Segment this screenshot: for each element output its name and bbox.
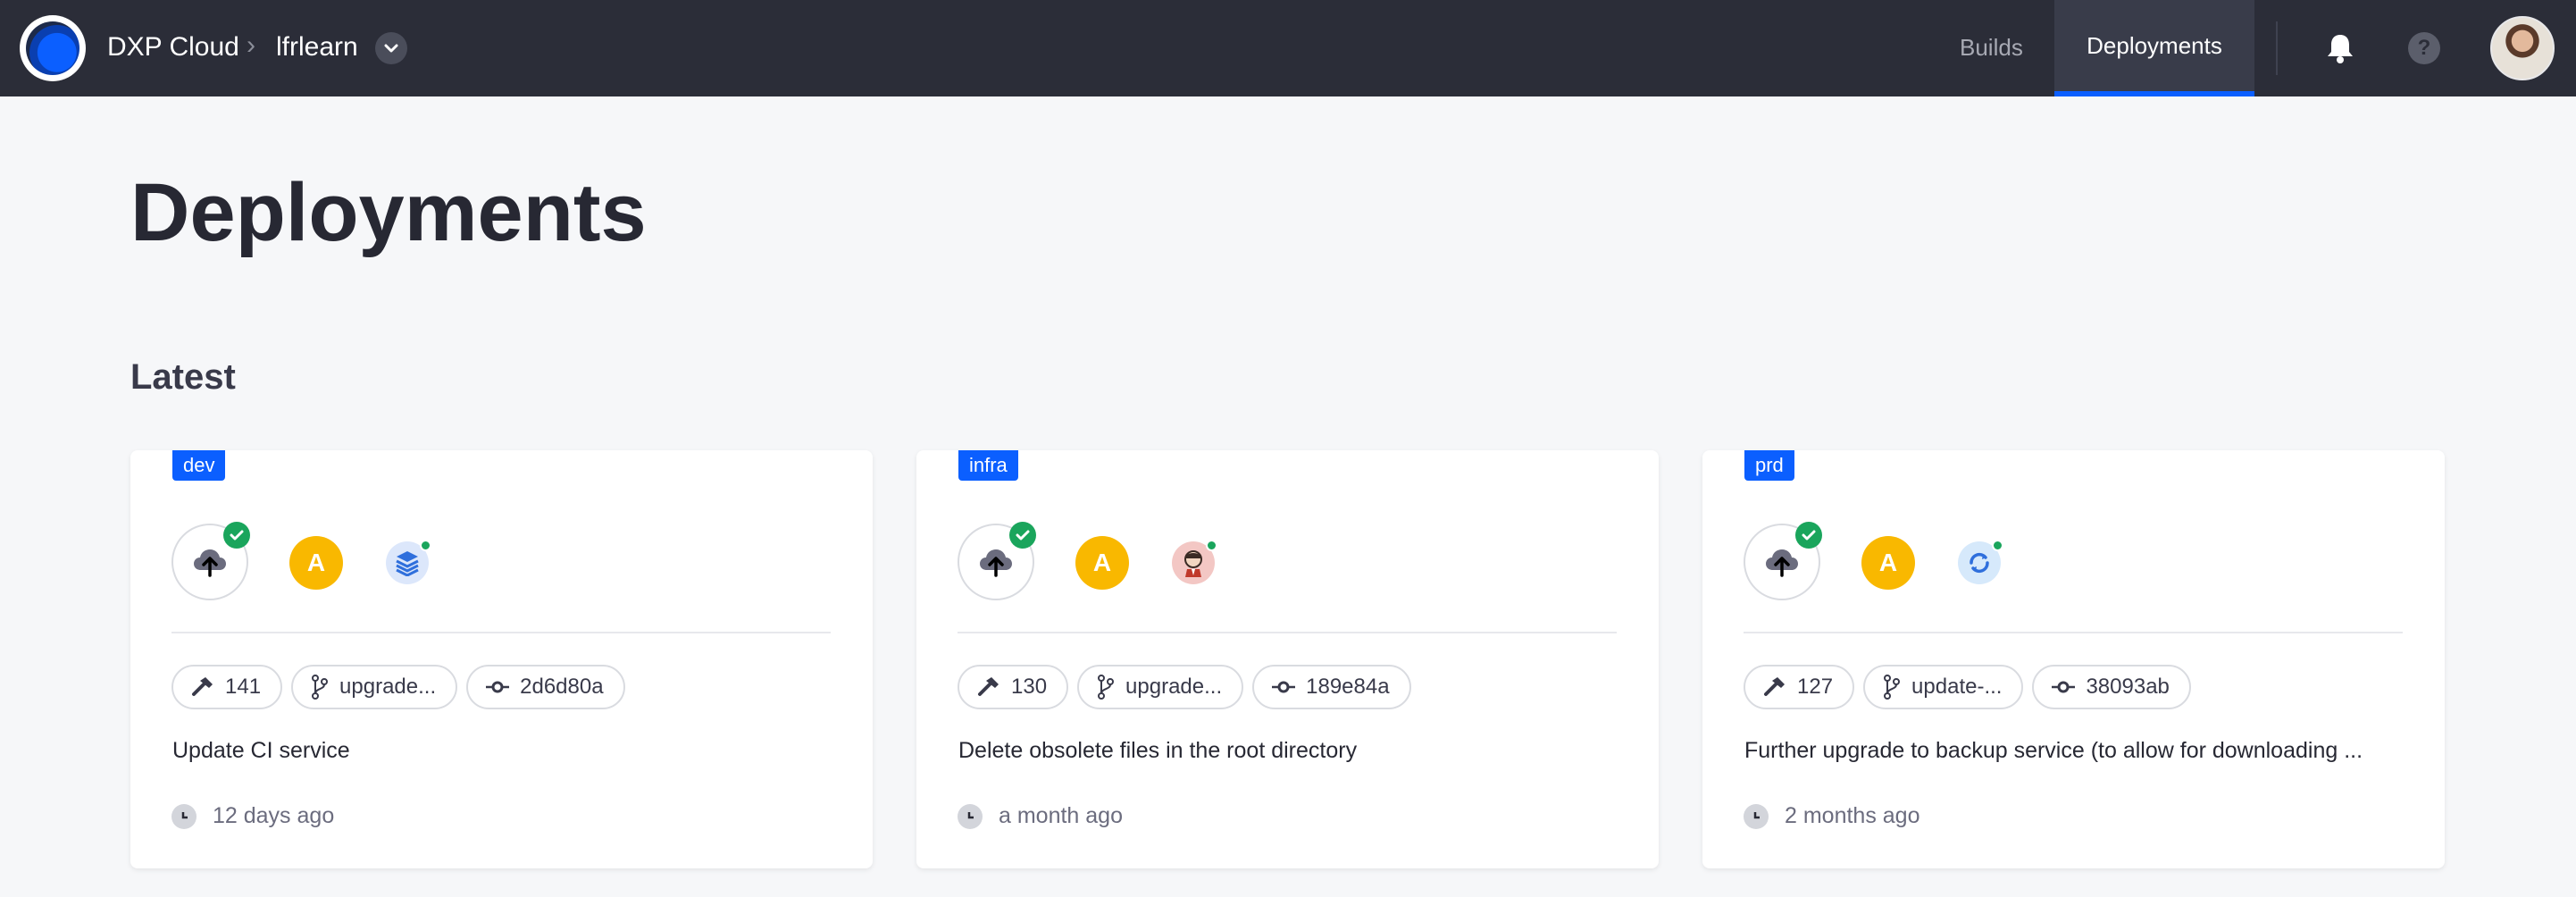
deployment-card[interactable]: prd A 127 update-... 38093ab Further upg… [1702, 450, 2445, 868]
hammer-icon [192, 677, 213, 696]
service-status-dot [420, 540, 431, 551]
card-divider [171, 632, 831, 633]
project-name[interactable]: lfrlearn [276, 32, 358, 63]
clock-icon [1744, 803, 1769, 829]
help-icon: ? [2417, 36, 2431, 60]
build-number-chip[interactable]: 127 [1744, 665, 1855, 709]
hammer-icon [978, 677, 999, 696]
bell-icon[interactable] [2322, 30, 2358, 66]
build-number-chip[interactable]: 130 [958, 665, 1069, 709]
build-number: 127 [1797, 675, 1834, 699]
author-initial: A [1092, 549, 1112, 576]
commit-hash: 38093ab [2086, 675, 2170, 699]
branch-name: upgrade... [339, 675, 437, 699]
branch-chip[interactable]: upgrade... [1077, 665, 1244, 709]
author-initial: A [1878, 549, 1898, 576]
breadcrumb-separator: › [247, 30, 255, 60]
check-circle-icon [223, 522, 250, 549]
commit-hash: 2d6d80a [520, 675, 604, 699]
deployment-meta-chips: 141 upgrade... 2d6d80a [171, 665, 625, 709]
branch-chip[interactable]: update-... [1863, 665, 2024, 709]
service-status-dot [1992, 540, 2003, 551]
clock-icon [171, 803, 197, 829]
hammer-icon [1764, 677, 1785, 696]
chevron-down-icon [384, 44, 398, 53]
branch-name: update-... [1911, 675, 2003, 699]
git-commit-icon [1272, 681, 1296, 693]
page-title: Deployments [130, 167, 647, 258]
check-circle-icon [1009, 522, 1036, 549]
nav-tab-deployments-label: Deployments [2087, 31, 2222, 59]
nav-divider [2276, 21, 2278, 75]
author-avatar[interactable]: A [1075, 536, 1129, 590]
build-number-chip[interactable]: 141 [171, 665, 283, 709]
commit-chip[interactable]: 2d6d80a [466, 665, 625, 709]
help-button[interactable]: ? [2408, 32, 2440, 64]
commit-message: Update CI service [172, 738, 350, 763]
build-number: 141 [225, 675, 262, 699]
deployment-time: a month ago [958, 803, 1123, 829]
branch-chip[interactable]: upgrade... [291, 665, 458, 709]
time-ago: a month ago [999, 803, 1123, 828]
git-commit-icon [486, 681, 510, 693]
branch-name: upgrade... [1125, 675, 1223, 699]
commit-message: Further upgrade to backup service (to al… [1744, 738, 2363, 763]
project-dropdown-button[interactable] [375, 32, 407, 64]
deployment-meta-chips: 127 update-... 38093ab [1744, 665, 2191, 709]
nav-tab-deployments[interactable]: Deployments [2054, 0, 2254, 96]
commit-chip[interactable]: 38093ab [2032, 665, 2191, 709]
commit-hash: 189e84a [1306, 675, 1390, 699]
commit-message: Delete obsolete files in the root direct… [958, 738, 1358, 763]
git-branch-icon [1884, 675, 1901, 700]
section-title-latest: Latest [130, 357, 236, 397]
time-ago: 12 days ago [213, 803, 335, 828]
time-ago: 2 months ago [1785, 803, 1920, 828]
author-avatar[interactable]: A [289, 536, 343, 590]
commit-chip[interactable]: 189e84a [1252, 665, 1411, 709]
deployment-card[interactable]: infra A 130 upgrade... 189e84a Delete ob… [916, 450, 1659, 868]
deployment-time: 2 months ago [1744, 803, 1920, 829]
deployment-time: 12 days ago [171, 803, 334, 829]
author-initial: A [306, 549, 326, 576]
service-status-dot [1206, 540, 1217, 551]
nav-tab-builds[interactable]: Builds [1960, 34, 2023, 62]
environment-badge: infra [958, 450, 1018, 481]
author-avatar[interactable]: A [1861, 536, 1915, 590]
environment-badge: dev [172, 450, 226, 481]
environment-badge: prd [1744, 450, 1794, 481]
app-name-link[interactable]: DXP Cloud [107, 32, 239, 63]
check-circle-icon [1795, 522, 1822, 549]
card-divider [1744, 632, 2403, 633]
clock-icon [958, 803, 983, 829]
deployment-card[interactable]: dev A 141 upgrade... 2d6d80a Update CI s… [130, 450, 873, 868]
git-commit-icon [2052, 681, 2076, 693]
dxp-cloud-logo-icon[interactable] [20, 15, 86, 81]
card-divider [958, 632, 1617, 633]
deployment-meta-chips: 130 upgrade... 189e84a [958, 665, 1411, 709]
user-avatar[interactable] [2490, 16, 2555, 80]
build-number: 130 [1011, 675, 1048, 699]
git-branch-icon [312, 675, 329, 700]
git-branch-icon [1098, 675, 1115, 700]
top-navigation-bar: DXP Cloud › lfrlearn Builds Deployments … [0, 0, 2576, 96]
